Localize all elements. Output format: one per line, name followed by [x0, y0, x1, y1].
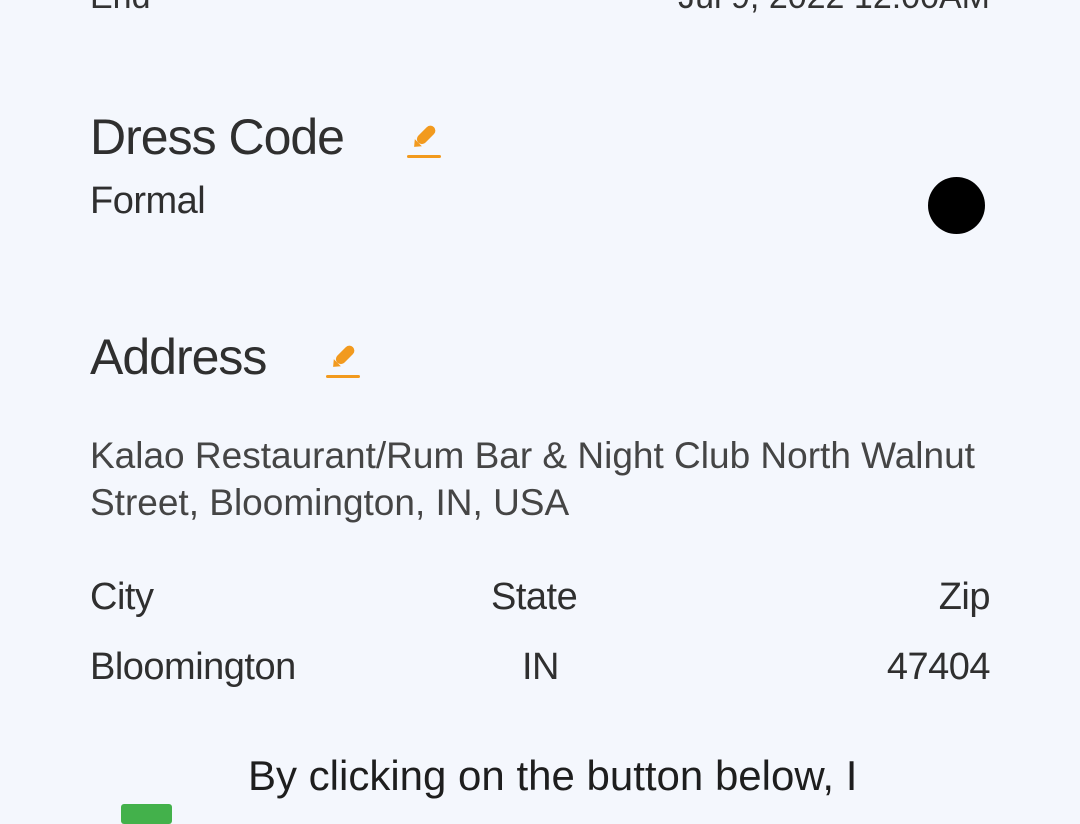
- toggle-indicator[interactable]: [928, 177, 985, 234]
- zip-value: 47404: [886, 646, 991, 688]
- city-label: City: [90, 576, 154, 618]
- end-date-value: Jul 9, 2022 12:00AM: [678, 0, 990, 17]
- state-label: State: [491, 576, 578, 618]
- address-title: Address: [90, 329, 267, 385]
- end-label: End: [90, 0, 151, 17]
- consent-text: By clicking on the button below, I: [248, 752, 858, 799]
- zip-label: Zip: [938, 576, 991, 618]
- consent-checkbox[interactable]: [121, 804, 172, 824]
- pencil-edit-icon[interactable]: [404, 120, 444, 160]
- pencil-edit-icon[interactable]: [323, 340, 363, 380]
- city-value: Bloomington: [90, 646, 296, 688]
- state-value: IN: [522, 646, 560, 688]
- address-full-text: Kalao Restaurant/Rum Bar & Night Club No…: [90, 435, 975, 523]
- dress-code-value: Formal: [90, 180, 206, 222]
- dress-code-title: Dress Code: [90, 109, 345, 165]
